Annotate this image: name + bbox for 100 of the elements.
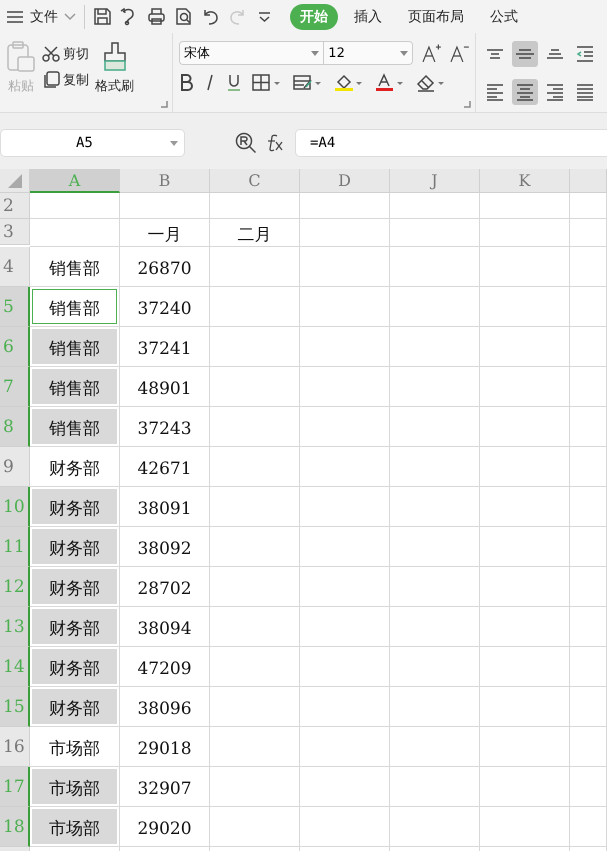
empty-cell: [570, 567, 607, 607]
row-header[interactable]: 7: [0, 367, 30, 407]
table-cell: 38092: [120, 527, 210, 567]
empty-cell: [570, 527, 607, 567]
column-header[interactable]: C: [210, 169, 300, 193]
row-header[interactable]: 17: [0, 767, 30, 807]
row-header[interactable]: 18: [0, 807, 30, 847]
table-cell: 市场部: [30, 807, 120, 847]
grow-font-icon[interactable]: [421, 43, 442, 63]
formula-field[interactable]: =A4: [295, 129, 607, 157]
row-header[interactable]: 2: [0, 193, 30, 219]
zoom-icon[interactable]: [235, 132, 257, 154]
table-cell: 38091: [120, 487, 210, 527]
format-painter-button[interactable]: 格式刷: [95, 41, 134, 112]
copy-icon: [42, 71, 60, 89]
row-header[interactable]: 16: [0, 727, 30, 767]
column-header[interactable]: J: [390, 169, 480, 193]
chevron-icon[interactable]: [64, 12, 76, 20]
empty-cell: [570, 247, 607, 287]
row-header[interactable]: 4: [0, 247, 30, 287]
table-cell: 二月: [210, 219, 300, 247]
fill-color-icon[interactable]: [334, 73, 364, 92]
empty-cell: [570, 193, 607, 219]
table-cell: 财务部: [30, 647, 120, 687]
table-cell: 26870: [120, 247, 210, 287]
column-header[interactable]: D: [300, 169, 390, 193]
table-cell: 37240: [120, 287, 210, 327]
table-cell: 29020: [120, 807, 210, 847]
name-box[interactable]: A5: [0, 129, 185, 157]
printer-icon[interactable]: [147, 7, 166, 26]
ribbon-tab[interactable]: 插入: [344, 4, 392, 30]
row-header[interactable]: 10: [0, 487, 30, 527]
empty-cell: [570, 367, 607, 407]
row-header[interactable]: 14: [0, 647, 30, 687]
table-cell: 财务部: [30, 487, 120, 527]
function-icon[interactable]: [265, 134, 285, 152]
column-header[interactable]: B: [120, 169, 210, 193]
scissors-icon: [42, 46, 60, 62]
underline-icon[interactable]: [227, 73, 241, 92]
table-cell: 37241: [120, 327, 210, 367]
table-cell: 47209: [120, 647, 210, 687]
table-cell: 38094: [120, 607, 210, 647]
column-header[interactable]: K: [480, 169, 570, 193]
ribbon-tab[interactable]: 开始: [290, 4, 338, 30]
empty-cell: [570, 807, 607, 847]
row-header[interactable]: 5: [0, 287, 30, 327]
copy-button[interactable]: 复制: [42, 71, 89, 89]
row-header[interactable]: 3: [0, 219, 30, 245]
shrink-font-icon[interactable]: [449, 43, 470, 63]
menu-icon[interactable]: [6, 10, 24, 24]
table-cell: 32907: [120, 767, 210, 807]
empty-cell: [570, 219, 607, 247]
caret-icon: [170, 140, 178, 146]
preview-icon[interactable]: [174, 7, 193, 26]
clipboard-icon: [6, 41, 36, 73]
table-cell: 财务部: [30, 567, 120, 607]
empty-cell: [570, 607, 607, 647]
empty-cell: [570, 447, 607, 487]
table-cell: 财务部: [30, 527, 120, 567]
row-header[interactable]: 15: [0, 687, 30, 727]
empty-cell: [570, 727, 607, 767]
table-cell: 销售部: [30, 327, 120, 367]
table-cell: 市场部: [30, 767, 120, 807]
row-header[interactable]: 6: [0, 327, 30, 367]
align-middle-button[interactable]: [512, 41, 538, 67]
ribbon-tab[interactable]: 公式: [480, 4, 528, 30]
row-header[interactable]: 13: [0, 607, 30, 647]
eraser-icon[interactable]: [416, 73, 446, 92]
ribbon-tab[interactable]: 页面布局: [398, 4, 474, 30]
table-cell: 38096: [120, 687, 210, 727]
row-header[interactable]: 11: [0, 527, 30, 567]
row-header[interactable]: 8: [0, 407, 30, 447]
empty-cell: [570, 767, 607, 807]
table-cell: 一月: [120, 219, 210, 247]
empty-cell: [570, 687, 607, 727]
save-icon[interactable]: [93, 7, 112, 26]
cut-button[interactable]: 剪切: [42, 45, 89, 63]
table-cell: 29018: [120, 727, 210, 767]
conditional-format-icon[interactable]: [293, 73, 323, 92]
table-cell: 财务部: [30, 607, 120, 647]
empty-cell: [570, 487, 607, 527]
align-left-icon: [485, 82, 505, 102]
launcher-icon[interactable]: [161, 101, 168, 108]
bold-icon[interactable]: [179, 73, 193, 92]
file-menu[interactable]: 文件: [30, 8, 58, 26]
table-cell: 销售部: [30, 367, 120, 407]
borders-icon[interactable]: [252, 73, 282, 92]
table-cell: 28702: [120, 567, 210, 607]
active-cell: 销售部: [30, 287, 120, 327]
row-header[interactable]: 12: [0, 567, 30, 607]
align-center-button[interactable]: [512, 78, 538, 104]
font-color-icon[interactable]: [375, 73, 405, 92]
empty-cell: [570, 647, 607, 687]
align-top-icon: [486, 49, 504, 59]
empty-cell: [570, 407, 607, 447]
launcher-icon[interactable]: [464, 101, 471, 108]
table-cell: 37243: [120, 407, 210, 447]
align-right-icon: [545, 82, 565, 102]
row-header[interactable]: 9: [0, 447, 30, 487]
outdent-icon: [575, 44, 595, 64]
